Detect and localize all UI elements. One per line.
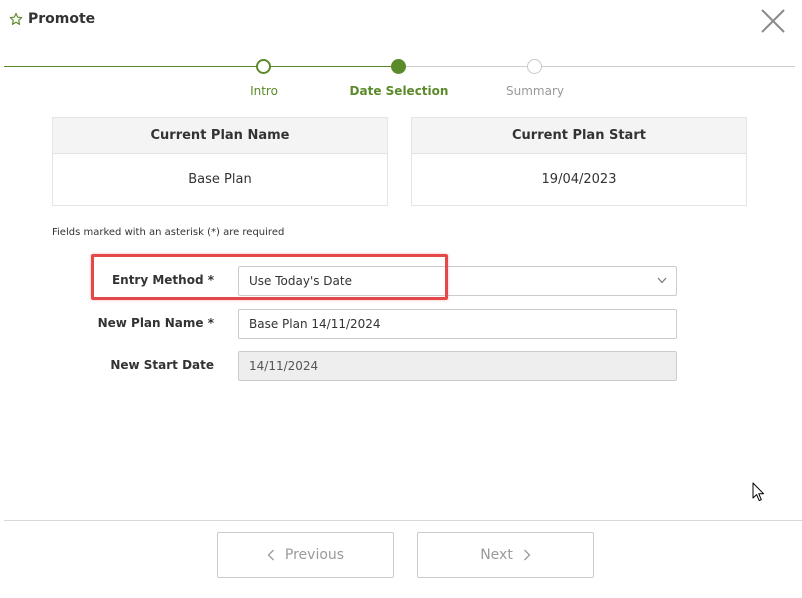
entry-method-label: Entry Method * bbox=[111, 273, 214, 287]
new-start-date-row: New Start Date 14/11/2024 bbox=[0, 351, 802, 381]
new-plan-name-row: New Plan Name * Base Plan 14/11/2024 bbox=[0, 309, 802, 339]
star-outline-icon bbox=[9, 12, 23, 25]
step-summary-dot[interactable] bbox=[527, 59, 542, 74]
current-plan-name-card: Current Plan Name Base Plan bbox=[52, 117, 388, 206]
wizard-stepper: Intro Date Selection Summary bbox=[0, 52, 802, 104]
chevron-left-icon bbox=[267, 549, 274, 561]
step-intro-label[interactable]: Intro bbox=[199, 84, 329, 98]
stepper-progress-line bbox=[4, 66, 399, 67]
entry-method-select[interactable]: Use Today's Date bbox=[238, 266, 677, 296]
card-header: Current Plan Name bbox=[53, 118, 387, 154]
close-icon[interactable] bbox=[759, 7, 787, 35]
step-summary-label[interactable]: Summary bbox=[470, 84, 600, 98]
current-plan-start-card: Current Plan Start 19/04/2023 bbox=[411, 117, 747, 206]
mouse-cursor-icon bbox=[752, 482, 765, 502]
chevron-down-icon[interactable] bbox=[657, 277, 667, 284]
dialog-header: Promote bbox=[0, 0, 802, 44]
entry-method-value: Use Today's Date bbox=[249, 274, 352, 288]
card-value: Base Plan bbox=[188, 172, 252, 187]
card-header: Current Plan Start bbox=[412, 118, 746, 154]
required-fields-note: Fields marked with an asterisk (*) are r… bbox=[52, 227, 285, 238]
chevron-right-icon bbox=[523, 549, 531, 561]
next-button-label: Next bbox=[480, 547, 513, 563]
stepper-remaining-line bbox=[399, 66, 795, 67]
entry-method-row: Entry Method * Use Today's Date bbox=[0, 266, 802, 296]
next-button[interactable]: Next bbox=[417, 532, 594, 578]
dialog-title: Promote bbox=[28, 11, 96, 27]
step-date-selection-label[interactable]: Date Selection bbox=[334, 84, 464, 98]
close-button[interactable] bbox=[759, 7, 787, 35]
card-value: 19/04/2023 bbox=[541, 172, 617, 187]
new-start-date-input: 14/11/2024 bbox=[238, 351, 677, 381]
step-intro-dot[interactable] bbox=[256, 59, 271, 74]
previous-button-label: Previous bbox=[284, 547, 345, 563]
footer-divider bbox=[4, 520, 802, 521]
new-start-date-label: New Start Date bbox=[110, 358, 214, 372]
new-plan-name-label: New Plan Name * bbox=[97, 316, 214, 330]
new-plan-name-input[interactable]: Base Plan 14/11/2024 bbox=[238, 309, 677, 339]
dialog-title-group: Promote bbox=[9, 11, 95, 27]
step-date-selection-dot[interactable] bbox=[391, 59, 406, 74]
previous-button[interactable]: Previous bbox=[217, 532, 394, 578]
